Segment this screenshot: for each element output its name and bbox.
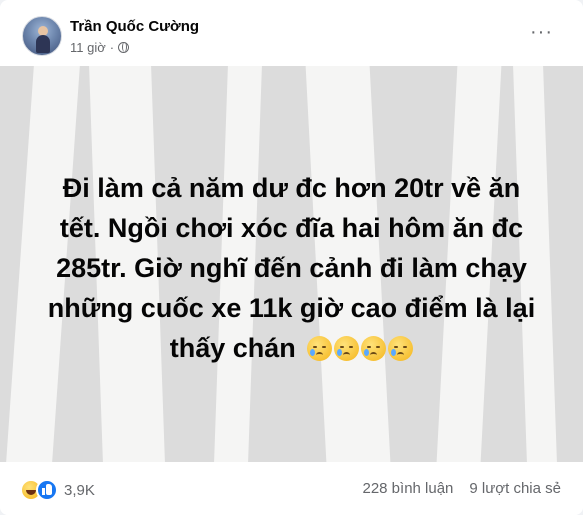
post-text-line: những cuốc xe 11k giờ cao điểm là lại — [47, 293, 536, 323]
share-count[interactable]: 9 lượt chia sẻ — [469, 480, 561, 497]
crying-face-icon — [307, 336, 333, 361]
reaction-summary[interactable]: 3,9K — [20, 479, 95, 501]
post-text-line: tết. Ngồi chơi xóc đĩa hai hôm ăn đc — [59, 213, 524, 243]
post-text-line: Đi làm cả năm dư đc hơn 20tr về ăn — [62, 173, 521, 203]
post-text-line: thấy chán — [169, 333, 296, 363]
reaction-count[interactable]: 3,9K — [64, 482, 95, 499]
engagement-stats: 228 bình luận 9 lượt chia sẻ — [362, 480, 561, 497]
avatar[interactable] — [22, 16, 62, 56]
post-background: Đi làm cả năm dư đc hơn 20tr về ăn tết. … — [0, 66, 583, 462]
emoji-group — [307, 336, 414, 361]
post-text-line: 285tr. Giờ nghĩ đến cảnh đi làm chạy — [56, 253, 527, 283]
like-icon — [36, 479, 58, 501]
post-footer: 3,9K 228 bình luận 9 lượt chia sẻ — [0, 462, 583, 515]
crying-face-icon — [361, 336, 387, 361]
author-name[interactable]: Trần Quốc Cường — [70, 18, 199, 35]
post-meta: 11 giờ · — [70, 40, 130, 55]
meta-separator: · — [109, 40, 115, 55]
crying-face-icon — [334, 336, 360, 361]
avatar-figure — [36, 35, 50, 53]
more-options-button[interactable]: ··· — [530, 22, 553, 42]
post-header: Trần Quốc Cường 11 giờ · ··· — [0, 0, 583, 66]
post-card: Trần Quốc Cường 11 giờ · ··· Đi làm cả n… — [0, 0, 583, 515]
globe-icon — [118, 42, 130, 53]
post-text: Đi làm cả năm dư đc hơn 20tr về ăn tết. … — [20, 168, 563, 368]
crying-face-icon — [388, 336, 414, 361]
post-time[interactable]: 11 giờ — [70, 40, 106, 55]
comment-count[interactable]: 228 bình luận — [362, 480, 453, 497]
post-text-last-line: thấy chán — [20, 328, 563, 368]
